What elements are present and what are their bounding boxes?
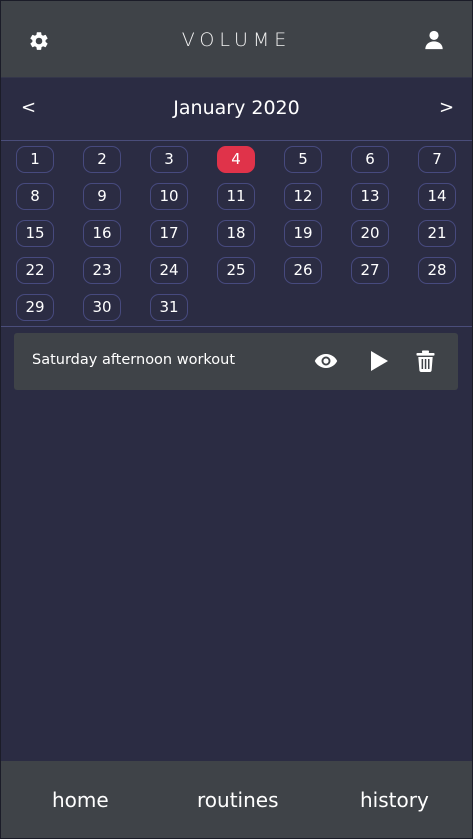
- calendar-day[interactable]: 25: [217, 257, 255, 284]
- calendar-day[interactable]: 17: [150, 220, 188, 247]
- calendar-day[interactable]: 9: [83, 183, 121, 210]
- calendar-day[interactable]: 30: [83, 294, 121, 321]
- eye-icon[interactable]: [314, 351, 338, 371]
- calendar-day[interactable]: 20: [351, 220, 389, 247]
- calendar-day[interactable]: 3: [150, 146, 188, 173]
- calendar-day[interactable]: 29: [16, 294, 54, 321]
- calendar-day[interactable]: 8: [16, 183, 54, 210]
- app-header: VOLUME: [1, 1, 472, 78]
- calendar-day[interactable]: 6: [351, 146, 389, 173]
- nav-home[interactable]: home: [52, 788, 109, 812]
- month-label: January 2020: [173, 97, 300, 119]
- calendar-day[interactable]: 18: [217, 220, 255, 247]
- app-window: VOLUME < January 2020 > 1 2 3 4 5 6 7 8 9 10 11 12 1…: [0, 0, 473, 839]
- next-month-button[interactable]: >: [439, 97, 454, 118]
- calendar-day[interactable]: 24: [150, 257, 188, 284]
- play-icon[interactable]: [369, 350, 389, 372]
- calendar-day[interactable]: 10: [150, 183, 188, 210]
- trash-icon[interactable]: [416, 350, 435, 372]
- calendar-day[interactable]: 5: [284, 146, 322, 173]
- calendar-day[interactable]: 15: [16, 220, 54, 247]
- calendar-day[interactable]: 31: [150, 294, 188, 321]
- nav-history[interactable]: history: [360, 788, 429, 812]
- bottom-navigation: home routines history: [1, 761, 472, 838]
- calendar-day[interactable]: 27: [351, 257, 389, 284]
- calendar-day[interactable]: 14: [418, 183, 456, 210]
- calendar-day[interactable]: 12: [284, 183, 322, 210]
- calendar-day[interactable]: 28: [418, 257, 456, 284]
- calendar-grid: 1 2 3 4 5 6 7 8 9 10 11 12 13 14 15 16 17 18 19 20 21 22 23 24 2…: [1, 141, 472, 327]
- calendar-day[interactable]: 21: [418, 220, 456, 247]
- calendar-day[interactable]: 4: [217, 146, 255, 173]
- calendar-day[interactable]: 2: [83, 146, 121, 173]
- month-navigation: < January 2020 >: [1, 78, 472, 141]
- calendar-day[interactable]: 26: [284, 257, 322, 284]
- calendar-day[interactable]: 19: [284, 220, 322, 247]
- app-title: VOLUME: [181, 29, 292, 51]
- calendar-day[interactable]: 22: [16, 257, 54, 284]
- workout-item[interactable]: Saturday afternoon workout: [14, 333, 458, 390]
- calendar-day[interactable]: 11: [217, 183, 255, 210]
- calendar-day[interactable]: 13: [351, 183, 389, 210]
- workout-name: Saturday afternoon workout: [32, 352, 236, 368]
- nav-routines[interactable]: routines: [197, 788, 279, 812]
- user-icon[interactable]: [423, 29, 445, 51]
- calendar-day[interactable]: 7: [418, 146, 456, 173]
- calendar-day[interactable]: 23: [83, 257, 121, 284]
- calendar-day[interactable]: 1: [16, 146, 54, 173]
- calendar-day[interactable]: 16: [83, 220, 121, 247]
